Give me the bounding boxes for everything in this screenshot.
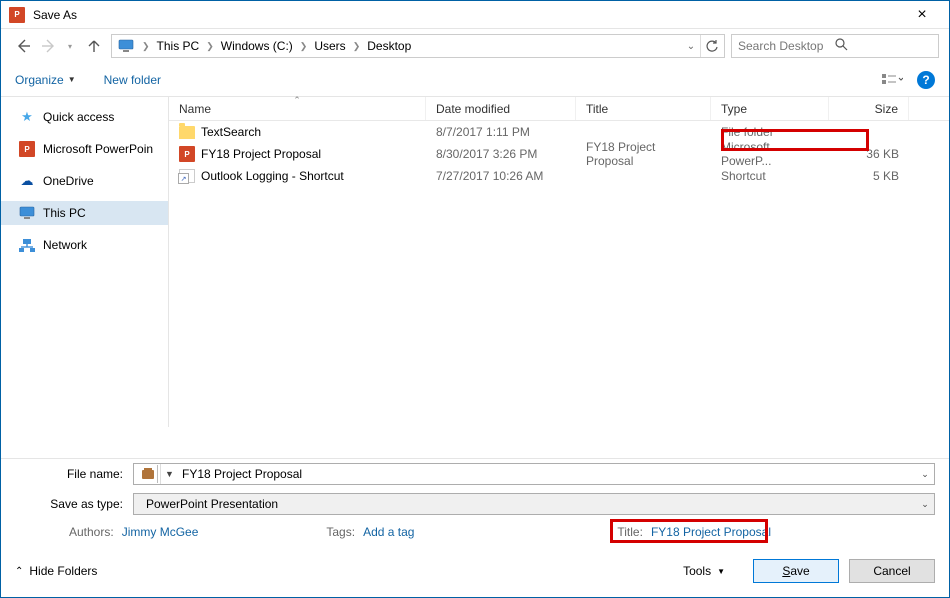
chevron-down-icon: ▼: [717, 567, 725, 576]
recent-dropdown[interactable]: ▾: [63, 42, 77, 51]
cancel-button[interactable]: Cancel: [849, 559, 935, 583]
breadcrumb-desktop[interactable]: Desktop: [364, 35, 414, 57]
pc-icon: [118, 38, 134, 54]
chevron-icon: ❯: [138, 41, 154, 52]
sidebar-item-powerpoint[interactable]: Microsoft PowerPoin: [1, 137, 168, 161]
filetype-icon: [138, 465, 158, 483]
authors-label: Authors:: [69, 525, 114, 539]
app-icon: [9, 7, 25, 23]
save-button[interactable]: Save: [753, 559, 839, 583]
filename-input[interactable]: ▼ FY18 Project Proposal ⌄: [133, 463, 935, 485]
star-icon: ★: [19, 109, 35, 125]
forward-button[interactable]: [37, 34, 61, 58]
refresh-button[interactable]: [700, 35, 722, 57]
type-label: Save as type:: [15, 497, 125, 511]
close-button[interactable]: ×: [899, 1, 945, 29]
hide-folders-button[interactable]: ⌃ Hide Folders: [15, 564, 97, 578]
column-headers: ⌃Name Date modified Title Type Size: [169, 97, 949, 121]
breadcrumb-this-pc[interactable]: This PC: [154, 35, 203, 57]
filename-history-dropdown[interactable]: ▼: [160, 464, 178, 484]
tools-menu[interactable]: Tools ▼: [683, 564, 725, 578]
title-meta-value[interactable]: FY18 Project Proposal: [651, 525, 771, 539]
shortcut-icon: [179, 168, 195, 184]
type-dropdown[interactable]: ⌄: [916, 494, 934, 514]
col-title[interactable]: Title: [576, 97, 711, 120]
search-placeholder: Search Desktop: [738, 39, 835, 53]
col-size[interactable]: Size: [829, 97, 909, 120]
chevron-up-icon: ⌃: [15, 566, 23, 577]
new-folder-button[interactable]: New folder: [104, 73, 161, 87]
tags-label: Tags:: [326, 525, 355, 539]
search-icon: [835, 38, 932, 54]
file-row[interactable]: FY18 Project Proposal 8/30/2017 3:26 PM …: [169, 143, 949, 165]
type-select[interactable]: PowerPoint Presentation ⌄: [133, 493, 935, 515]
powerpoint-icon: [179, 146, 195, 162]
organize-menu[interactable]: Organize▼: [15, 73, 76, 87]
folder-icon: [179, 124, 195, 140]
file-row[interactable]: Outlook Logging - Shortcut 7/27/2017 10:…: [169, 165, 949, 187]
sidebar-item-quick-access[interactable]: ★ Quick access: [1, 105, 168, 129]
chevron-icon: ❯: [349, 41, 365, 52]
authors-value[interactable]: Jimmy McGee: [122, 525, 199, 539]
file-row[interactable]: TextSearch 8/7/2017 1:11 PM File folder: [169, 121, 949, 143]
nav-sidebar: ★ Quick access Microsoft PowerPoin ☁ One…: [1, 97, 169, 427]
tags-value[interactable]: Add a tag: [363, 525, 414, 539]
help-button[interactable]: ?: [917, 71, 935, 89]
breadcrumb-drive[interactable]: Windows (C:): [218, 35, 296, 57]
sidebar-item-network[interactable]: Network: [1, 233, 168, 257]
sidebar-item-onedrive[interactable]: ☁ OneDrive: [1, 169, 168, 193]
chevron-down-icon: ▼: [68, 75, 76, 84]
up-button[interactable]: [83, 35, 105, 57]
network-icon: [19, 237, 35, 253]
window-title: Save As: [33, 8, 899, 22]
col-date[interactable]: Date modified: [426, 97, 576, 120]
search-input[interactable]: Search Desktop: [731, 34, 939, 58]
title-meta-label: Title:: [617, 525, 643, 539]
address-bar[interactable]: ❯ This PC ❯ Windows (C:) ❯ Users ❯ Deskt…: [111, 34, 725, 58]
pc-icon: [19, 205, 35, 221]
col-type[interactable]: Type: [711, 97, 829, 120]
address-dropdown[interactable]: ⌄: [682, 41, 700, 52]
filename-label: File name:: [15, 467, 125, 481]
powerpoint-icon: [19, 141, 35, 157]
col-name[interactable]: ⌃Name: [169, 97, 426, 120]
back-button[interactable]: [11, 34, 35, 58]
sidebar-item-this-pc[interactable]: This PC: [1, 201, 168, 225]
chevron-icon: ❯: [296, 41, 312, 52]
breadcrumb-users[interactable]: Users: [311, 35, 348, 57]
filename-dropdown[interactable]: ⌄: [916, 464, 934, 484]
chevron-icon: ❯: [202, 41, 218, 52]
cloud-icon: ☁: [19, 173, 35, 189]
sort-icon: ⌃: [293, 95, 301, 106]
view-mode-button[interactable]: [877, 69, 907, 91]
